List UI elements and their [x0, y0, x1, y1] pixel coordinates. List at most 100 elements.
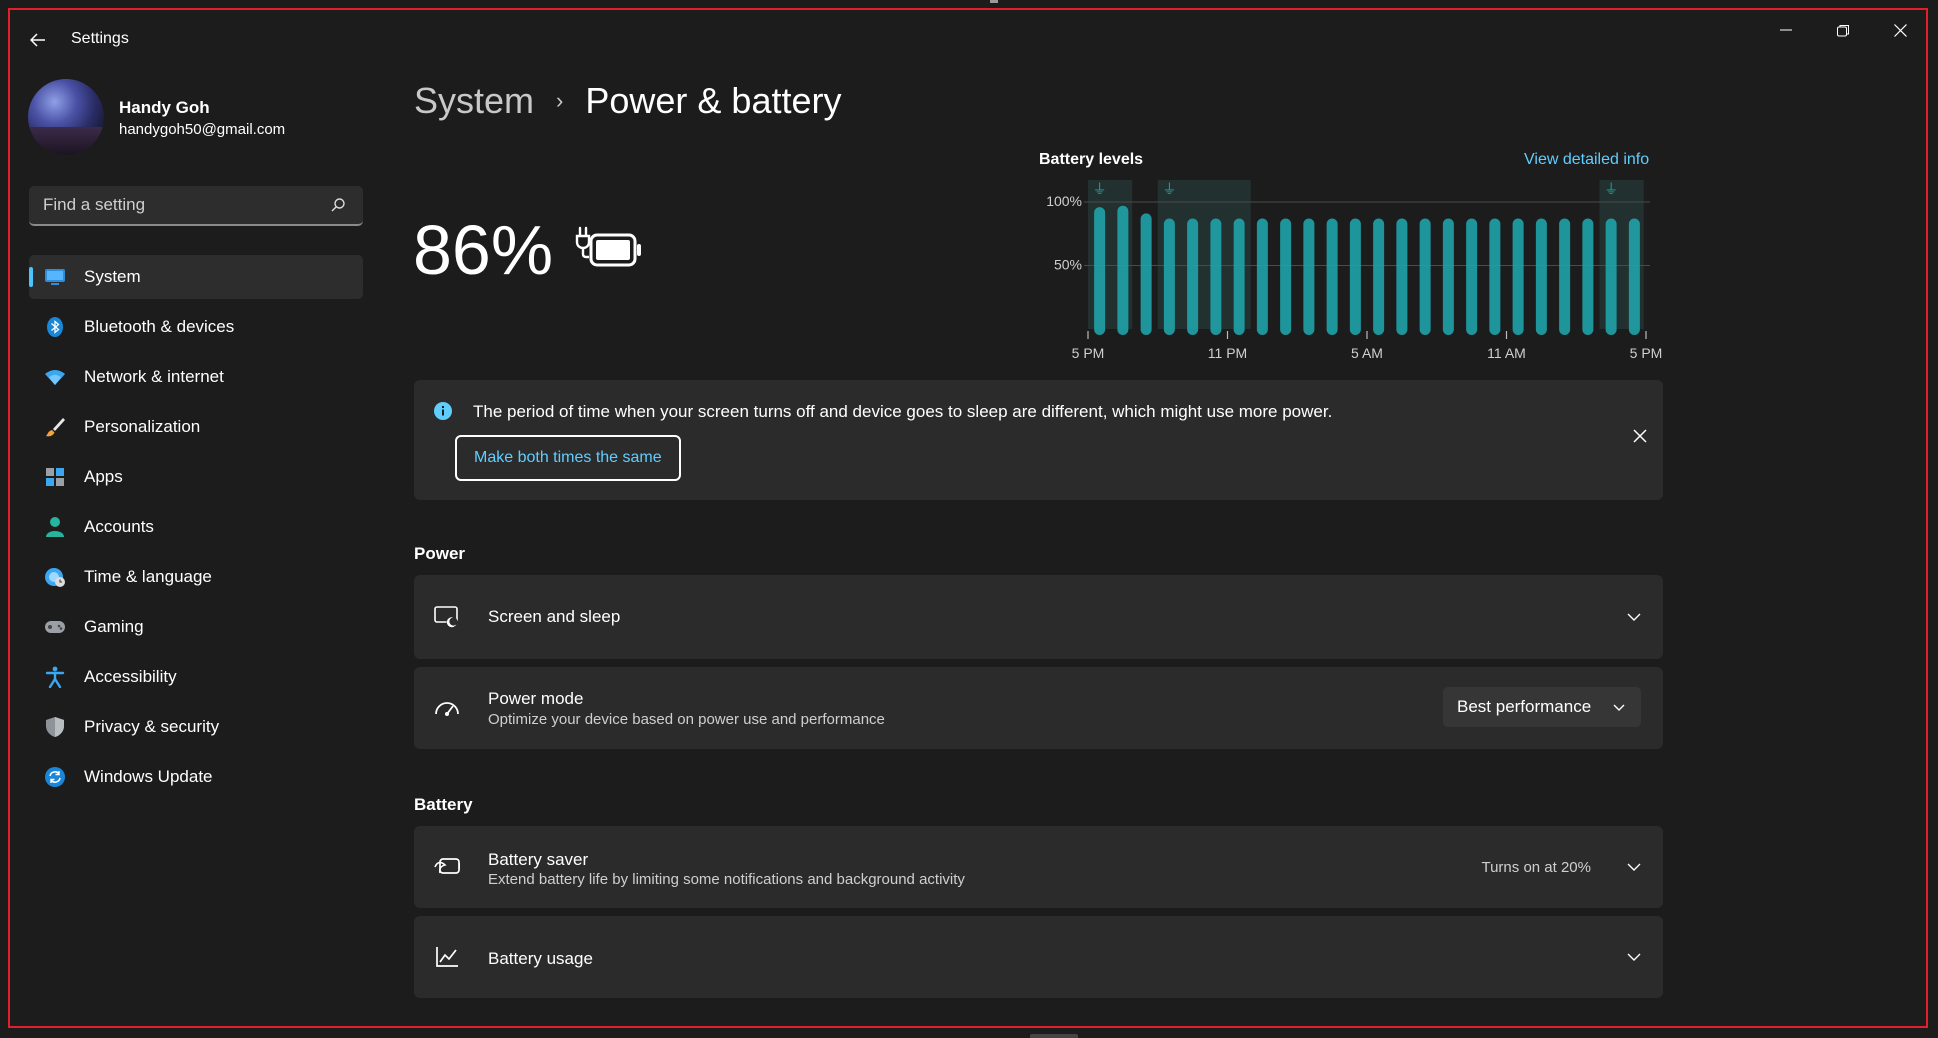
- battery-bar: [1280, 218, 1292, 335]
- battery-charging-icon: [574, 226, 644, 277]
- search-box[interactable]: [29, 186, 363, 226]
- apps-icon: [43, 465, 67, 489]
- shield-icon: [43, 715, 67, 739]
- sidebar-item-label: Bluetooth & devices: [84, 317, 235, 336]
- brush-icon: [43, 415, 67, 439]
- battery-bar: [1256, 218, 1268, 335]
- battery-bar: [1094, 207, 1106, 335]
- battery-saver-card[interactable]: Battery saver Extend battery life by lim…: [414, 826, 1663, 908]
- battery-bar: [1559, 218, 1571, 335]
- sidebar-item-network[interactable]: Network & internet: [29, 355, 363, 399]
- view-detailed-info-link[interactable]: View detailed info: [1524, 151, 1649, 169]
- breadcrumb: System › Power & battery: [414, 80, 841, 122]
- bluetooth-icon: [43, 315, 67, 339]
- close-icon: [1893, 23, 1907, 37]
- sidebar-item-windows-update[interactable]: Windows Update: [29, 755, 363, 799]
- battery-bar: [1628, 218, 1640, 335]
- screen-and-sleep-title: Screen and sleep: [488, 607, 621, 626]
- sidebar-item-bluetooth[interactable]: Bluetooth & devices: [29, 305, 363, 349]
- screen-sleep-icon: [434, 604, 460, 630]
- search-input[interactable]: [29, 194, 327, 216]
- power-section-heading: Power: [414, 544, 466, 563]
- battery-bar: [1210, 218, 1222, 335]
- battery-levels-chart: ⏚ ⏚ ⏚ 100% 50% 5 PM 11 PM 5 AM 11 AM 5 PM: [1046, 180, 1663, 361]
- dismiss-info-button[interactable]: [1628, 424, 1652, 448]
- plug-icon: ⏚: [1093, 182, 1107, 198]
- person-icon: [43, 515, 67, 539]
- resize-handle-top[interactable]: [990, 0, 998, 3]
- battery-saver-title: Battery saver: [488, 850, 589, 869]
- power-mode-value: Best performance: [1457, 697, 1592, 716]
- chevron-down-icon[interactable]: [1624, 607, 1644, 627]
- power-mode-dropdown[interactable]: Best performance: [1443, 687, 1641, 727]
- sidebar-item-time-language[interactable]: Time & language: [29, 555, 363, 599]
- chart-title: Battery levels: [1039, 151, 1144, 168]
- globe-clock-icon: [43, 565, 67, 589]
- sidebar-item-label: Personalization: [84, 417, 201, 436]
- info-bar: The period of time when your screen turn…: [414, 380, 1663, 500]
- back-button[interactable]: [26, 28, 50, 52]
- screen-and-sleep-card[interactable]: Screen and sleep: [414, 575, 1663, 659]
- battery-saver-icon: [434, 854, 460, 880]
- sidebar-item-apps[interactable]: Apps: [29, 455, 363, 499]
- breadcrumb-parent[interactable]: System: [414, 80, 534, 122]
- battery-bar: [1582, 218, 1594, 335]
- sidebar-item-system[interactable]: System: [29, 255, 363, 299]
- chart-line-icon: [434, 944, 460, 970]
- minimize-button[interactable]: [1766, 18, 1806, 42]
- avatar[interactable]: [28, 79, 104, 155]
- plug-icon: ⏚: [1162, 182, 1176, 198]
- restore-button[interactable]: [1823, 18, 1863, 42]
- sidebar-item-label: Windows Update: [84, 767, 213, 786]
- make-times-same-button[interactable]: Make both times the same: [455, 435, 681, 481]
- battery-saver-subtitle: Extend battery life by limiting some not…: [488, 871, 965, 888]
- x-tick-label: 11 PM: [1208, 345, 1247, 361]
- system-icon: [43, 265, 67, 289]
- user-name: Handy Goh: [119, 98, 210, 117]
- plug-icon: ⏚: [1604, 182, 1618, 198]
- sidebar-item-label: Time & language: [84, 567, 212, 586]
- minimize-icon: [1780, 29, 1792, 31]
- sidebar-nav: System Bluetooth & devices Network & int…: [29, 255, 363, 805]
- sidebar-item-accounts[interactable]: Accounts: [29, 505, 363, 549]
- breadcrumb-separator: ›: [556, 88, 564, 113]
- close-icon: [1633, 429, 1647, 443]
- resize-handle-bottom[interactable]: [1030, 1034, 1078, 1038]
- sidebar-item-label: Network & internet: [84, 367, 224, 386]
- x-tick-label: 5 PM: [1630, 345, 1663, 361]
- sidebar-item-gaming[interactable]: Gaming: [29, 605, 363, 649]
- battery-bar: [1489, 218, 1501, 335]
- battery-bar: [1466, 218, 1478, 335]
- chevron-down-icon[interactable]: [1624, 947, 1644, 967]
- battery-section-heading: Battery: [414, 795, 473, 814]
- power-mode-title: Power mode: [488, 689, 584, 708]
- sidebar-item-label: Accessibility: [84, 667, 177, 686]
- battery-bar: [1187, 218, 1199, 335]
- search-icon[interactable]: [327, 194, 349, 216]
- sidebar-item-personalization[interactable]: Personalization: [29, 405, 363, 449]
- restore-icon: [1836, 24, 1849, 36]
- battery-usage-card[interactable]: Battery usage: [414, 916, 1663, 998]
- accessibility-icon: [43, 665, 67, 689]
- gamepad-icon: [43, 615, 67, 639]
- page-title: Power & battery: [585, 80, 842, 121]
- chevron-down-icon: [1613, 699, 1625, 717]
- battery-bar: [1419, 218, 1431, 335]
- close-window-button[interactable]: [1880, 18, 1920, 42]
- battery-usage-title: Battery usage: [488, 949, 593, 968]
- battery-bar: [1303, 218, 1315, 335]
- sidebar-item-label: System: [84, 267, 141, 286]
- battery-bar: [1605, 218, 1617, 335]
- power-mode-card: Power mode Optimize your device based on…: [414, 667, 1663, 749]
- chevron-down-icon[interactable]: [1624, 857, 1644, 877]
- battery-bar: [1442, 218, 1454, 335]
- speedometer-icon: [434, 695, 460, 721]
- sidebar-item-privacy-security[interactable]: Privacy & security: [29, 705, 363, 749]
- wifi-icon: [43, 365, 67, 389]
- sidebar-item-label: Privacy & security: [84, 717, 220, 736]
- battery-saver-status: Turns on at 20%: [1481, 859, 1591, 876]
- y-tick-label: 100%: [1046, 193, 1082, 209]
- battery-bar: [1140, 213, 1152, 335]
- battery-bar: [1512, 218, 1524, 335]
- sidebar-item-accessibility[interactable]: Accessibility: [29, 655, 363, 699]
